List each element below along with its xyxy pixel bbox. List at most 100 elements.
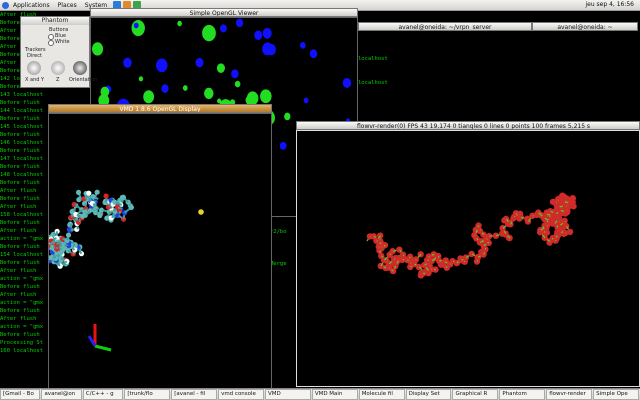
taskbar-item[interactable]: VMD [264, 389, 311, 400]
taskbar-item[interactable]: Molecule fil [358, 389, 405, 400]
particle [100, 86, 110, 98]
terminal-line: localhost [358, 80, 388, 86]
particle [156, 58, 168, 73]
taskbar-item[interactable]: [avanel - fil [171, 389, 218, 400]
terminal-line: Before flush [0, 148, 40, 154]
particle [284, 112, 291, 121]
taskbar-item[interactable]: Display Set [405, 389, 452, 400]
gnome-foot-icon[interactable] [2, 1, 9, 9]
terminal-output: localhost localhost the dest localhost [358, 31, 640, 121]
atom [507, 221, 514, 228]
terminal-line: Before flush [0, 180, 40, 186]
flowvr-render-window[interactable] [296, 130, 640, 387]
particle [177, 20, 182, 27]
particle [303, 97, 309, 104]
terminal-line: Before flush [0, 308, 40, 314]
menu-applications[interactable]: Applications [13, 2, 50, 9]
phantom-panel[interactable]: Phantom Buttons Blue White Trackers Dire… [20, 16, 97, 88]
terminal-line: After flush [0, 228, 37, 234]
terminal-line: action = "gmx [0, 300, 44, 306]
atom [563, 195, 570, 202]
taskbar-item[interactable]: flowvr-render [546, 389, 593, 400]
atom [377, 262, 384, 270]
particle [279, 141, 287, 150]
particle [260, 89, 272, 104]
particle [92, 42, 104, 56]
particle [143, 90, 155, 104]
terminal-line: Before flush [0, 100, 40, 106]
tool-xy-label: X and Y [25, 77, 45, 83]
particle [309, 49, 318, 59]
flowvr-render-canvas[interactable] [297, 131, 640, 387]
terminal-line: After flush [0, 292, 37, 298]
terminal-line: Before flush [0, 164, 40, 170]
taskbar-item[interactable]: C/C++ - g [82, 389, 124, 400]
terminal-line: Processing St [0, 340, 44, 346]
axes-indicator [87, 324, 112, 352]
middle-terminal[interactable]: r2/bo r2/bo Merge [270, 212, 298, 390]
terminal-line: After flush [0, 188, 37, 194]
terminal-line: After flush [0, 268, 37, 274]
terminal-line: 146 localhost [0, 140, 44, 146]
particle [195, 57, 204, 68]
terminal-tab-home[interactable]: avanel@oneida: ~ [532, 22, 638, 31]
atom [537, 226, 544, 234]
terminal-line: 147 localhost [0, 156, 44, 162]
terminal-line: Before flush [0, 260, 40, 266]
taskbar-item[interactable]: Phantom [499, 389, 546, 400]
terminal-output: r2/bo r2/bo Merge [270, 212, 298, 268]
orientation-icon[interactable] [73, 61, 87, 75]
particle [262, 27, 272, 39]
vmd-molecule-canvas[interactable] [49, 114, 272, 390]
vmd-display-window[interactable] [48, 113, 272, 390]
taskbar-item[interactable]: [Gmail - Bo [0, 389, 41, 400]
bottom-taskbar: [Gmail - Bo avanel@on C/C++ - g [trunk/flo[… [0, 388, 640, 400]
vmd-display-titlebar[interactable]: VMD 1.8.6 OpenGL Display [48, 104, 272, 113]
tool-orientation-label: Orientation [69, 77, 98, 83]
particle [131, 19, 145, 37]
particle [254, 30, 263, 41]
move-xy-icon[interactable] [27, 61, 41, 75]
top-right-terminal[interactable]: localhost localhost the dest localhost [358, 31, 640, 121]
direct-label: Direct [27, 53, 42, 59]
terminal-line: Before flush [0, 284, 40, 290]
move-z-icon[interactable] [51, 61, 65, 75]
terminal-tab-vrpn[interactable]: avanel@oneida: ~/vrpn_server [358, 22, 532, 31]
taskbar-item[interactable]: vmd console [218, 389, 264, 400]
taskbar-item[interactable]: avanel@on [41, 389, 82, 400]
atom [428, 257, 435, 265]
atom [198, 209, 204, 215]
panel-clock[interactable]: jeu sep 4, 16:56 [585, 1, 634, 8]
taskbar-item[interactable]: VMD Main [311, 389, 358, 400]
taskbar-item[interactable]: Graphical R [452, 389, 499, 400]
taskbar-item[interactable]: Simple Ope [593, 389, 639, 400]
terminal-line: 158 localhost [0, 212, 44, 218]
terminal-line: 143 localhost [0, 92, 44, 98]
menu-places[interactable]: Places [58, 2, 77, 9]
opengl-viewer-titlebar[interactable]: Simple OpenGL Viewer [90, 8, 358, 17]
particle [300, 41, 306, 49]
particle [219, 24, 227, 33]
atom [492, 232, 500, 239]
atom [462, 254, 470, 261]
terminal-line: 144 localhost [0, 108, 44, 114]
atom [65, 232, 72, 238]
terminal-line: Before flush [0, 196, 40, 202]
atom [86, 190, 92, 196]
terminal-line: 160 localhost [0, 348, 44, 354]
phantom-titlebar[interactable]: Phantom [21, 17, 89, 25]
taskbar-item[interactable]: [trunk/flo [124, 389, 171, 400]
terminal-line: Merge [270, 261, 287, 267]
particle [216, 63, 225, 73]
atom [541, 214, 548, 222]
flowvr-render-titlebar[interactable]: flowvr-render(0) FPS 43 19,174 0 tiangle… [296, 121, 640, 130]
radio-white[interactable] [48, 40, 54, 46]
